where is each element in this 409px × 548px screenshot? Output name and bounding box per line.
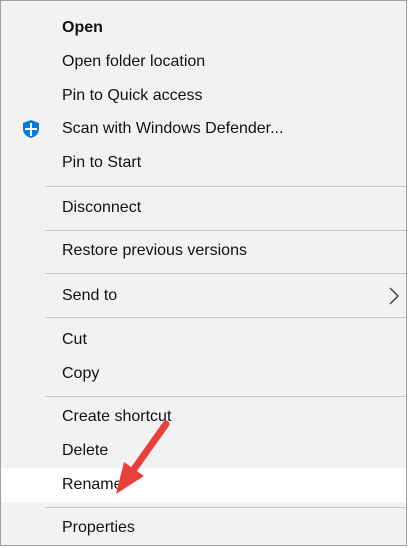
menu-item-open[interactable]: Open xyxy=(1,11,406,45)
context-menu: Open Open folder location Pin to Quick a… xyxy=(0,0,407,546)
menu-item-label: Open xyxy=(62,19,103,36)
menu-item-scan-with-defender[interactable]: Scan with Windows Defender... xyxy=(1,112,406,146)
menu-separator xyxy=(45,186,406,187)
menu-separator xyxy=(45,507,406,508)
menu-item-label: Copy xyxy=(62,365,100,382)
menu-item-label: Open folder location xyxy=(62,53,206,70)
menu-separator xyxy=(45,230,406,231)
menu-item-label: Disconnect xyxy=(62,199,142,216)
menu-item-pin-to-start[interactable]: Pin to Start xyxy=(1,146,406,180)
menu-item-properties[interactable]: Properties xyxy=(1,511,406,545)
menu-item-copy[interactable]: Copy xyxy=(1,357,406,391)
menu-item-label: Pin to Start xyxy=(62,154,142,171)
menu-item-pin-to-quick-access[interactable]: Pin to Quick access xyxy=(1,79,406,113)
menu-item-create-shortcut[interactable]: Create shortcut xyxy=(1,400,406,434)
menu-item-open-folder-location[interactable]: Open folder location xyxy=(1,45,406,79)
menu-item-label: Send to xyxy=(62,287,118,304)
menu-separator xyxy=(45,396,406,397)
menu-item-label: Rename xyxy=(62,476,123,493)
menu-item-label: Cut xyxy=(62,331,87,348)
chevron-right-icon xyxy=(389,287,399,305)
menu-item-rename[interactable]: Rename xyxy=(1,468,406,502)
menu-item-label: Scan with Windows Defender... xyxy=(62,120,284,137)
menu-separator xyxy=(45,273,406,274)
shield-icon xyxy=(23,120,39,138)
menu-item-label: Restore previous versions xyxy=(62,242,247,259)
menu-item-label: Create shortcut xyxy=(62,408,172,425)
menu-item-restore-previous-versions[interactable]: Restore previous versions xyxy=(1,234,406,268)
menu-separator xyxy=(45,317,406,318)
menu-item-disconnect[interactable]: Disconnect xyxy=(1,191,406,225)
menu-item-label: Properties xyxy=(62,519,135,536)
menu-item-send-to[interactable]: Send to xyxy=(1,279,406,313)
menu-item-label: Delete xyxy=(62,442,109,459)
menu-item-cut[interactable]: Cut xyxy=(1,323,406,357)
menu-item-delete[interactable]: Delete xyxy=(1,434,406,468)
menu-item-label: Pin to Quick access xyxy=(62,87,203,104)
